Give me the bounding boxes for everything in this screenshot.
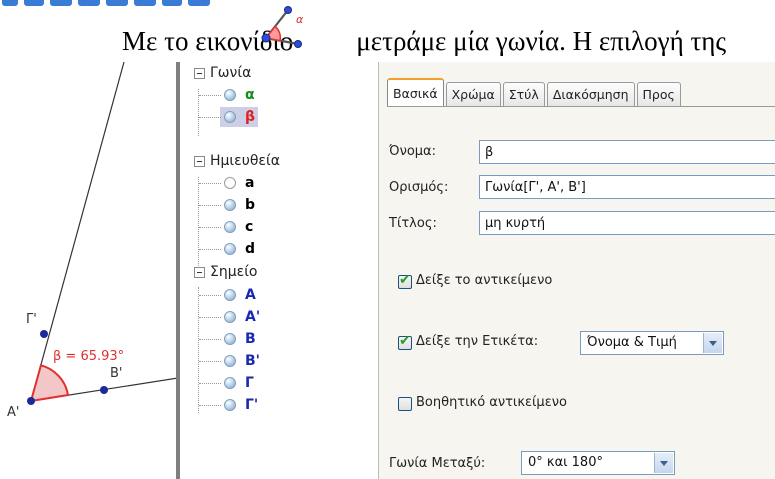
visibility-ball-icon[interactable]	[224, 289, 236, 301]
visibility-ball-icon[interactable]	[224, 111, 236, 123]
visibility-ball-icon[interactable]	[224, 377, 236, 389]
tree-item-point-b-prime[interactable]: B'	[182, 350, 360, 372]
name-field[interactable]: β	[479, 140, 775, 164]
sentence-text-after: μετράμε μία γωνία. Η επιλογή της	[356, 26, 727, 56]
point-gamma-prime	[40, 330, 48, 338]
chevron-down-icon[interactable]	[654, 453, 673, 473]
group-label: Ημιευθεία	[210, 153, 280, 169]
visibility-ball-icon[interactable]	[224, 199, 236, 211]
item-label: a	[245, 175, 255, 191]
tree-group-angle[interactable]: Γωνία	[182, 62, 360, 84]
tree-item-point-b[interactable]: B	[182, 328, 360, 350]
item-label: B	[245, 331, 256, 347]
top-heading-fragment	[0, 0, 230, 10]
name-label: Όνομα:	[389, 144, 436, 159]
tab-basic[interactable]: Βασικά	[387, 78, 444, 107]
chevron-down-icon[interactable]	[703, 333, 722, 353]
definition-field[interactable]: Γωνία[Γ', A', B']	[479, 175, 775, 199]
item-label: α	[245, 87, 255, 103]
angle-between-label: Γωνία Μεταξύ:	[389, 456, 486, 471]
tree-item-alpha[interactable]: α	[182, 84, 360, 106]
item-label: Γ'	[245, 397, 259, 413]
auxiliary-checkbox[interactable]	[398, 397, 412, 411]
collapse-icon[interactable]	[194, 267, 205, 278]
instruction-sentence: Με το εικονίδιο μετράμε μία γωνία. Η επιλ…	[122, 26, 726, 57]
geometry-view[interactable]: Γ' B' A' β = 65.93°	[0, 62, 178, 479]
visibility-ball-icon[interactable]	[224, 311, 236, 323]
show-object-checkbox[interactable]	[398, 272, 412, 289]
tree-item-point-gamma[interactable]: Γ	[182, 372, 360, 394]
properties-tabs: Βασικά Χρώμα Στύλ Διακόσμηση Προς	[387, 78, 683, 107]
label-mode-dropdown[interactable]: Όνομα & Τιμή	[580, 331, 724, 355]
show-label-label: Δείξε την Ετικέτα:	[416, 334, 539, 349]
object-properties-panel: Βασικά Χρώμα Στύλ Διακόσμηση Προς Όνομα: β Ο…	[378, 62, 775, 479]
visibility-ball-icon[interactable]	[224, 355, 236, 367]
tree-item-point-a-prime[interactable]: A'	[182, 306, 360, 328]
angle-between-dropdown[interactable]: 0° και 180°	[521, 451, 675, 475]
group-label: Σημείο	[210, 264, 258, 280]
view-divider[interactable]	[176, 62, 180, 479]
tree-item-c[interactable]: c	[182, 216, 360, 238]
algebra-view[interactable]: Γωνία α β Ημιευθεία a b c d Σημείο A A' …	[182, 62, 360, 479]
label-mode-value: Όνομα & Τιμή	[587, 335, 677, 350]
item-label: B'	[245, 353, 260, 369]
geometry-drawing[interactable]	[0, 62, 178, 479]
collapse-icon[interactable]	[194, 68, 205, 79]
group-label: Γωνία	[210, 65, 252, 81]
visibility-ball-icon[interactable]	[224, 89, 236, 101]
definition-label: Ορισμός:	[389, 180, 449, 195]
tab-style[interactable]: Στύλ	[502, 82, 545, 107]
visibility-ball-icon[interactable]	[224, 177, 236, 189]
label-gamma-prime: Γ'	[26, 312, 37, 327]
collapse-icon[interactable]	[194, 156, 205, 167]
tab-color[interactable]: Χρώμα	[445, 82, 501, 107]
tree-item-b[interactable]: b	[182, 194, 360, 216]
tree-item-beta[interactable]: β	[182, 106, 360, 128]
item-label: c	[245, 219, 254, 235]
tree-group-point[interactable]: Σημείο	[182, 261, 360, 283]
item-label: A'	[245, 309, 261, 325]
angle-tool-icon: α	[261, 6, 304, 48]
svg-text:α: α	[296, 13, 304, 26]
caption-field[interactable]: μη κυρτή	[479, 211, 775, 235]
item-label: β	[245, 109, 256, 125]
visibility-ball-icon[interactable]	[224, 333, 236, 345]
angle-beta-sector	[29, 364, 70, 403]
label-b-prime: B'	[110, 366, 123, 381]
tree-item-d[interactable]: d	[182, 238, 360, 260]
show-label-checkbox[interactable]	[398, 333, 412, 350]
tab-decoration[interactable]: Διακόσμηση	[546, 82, 635, 107]
label-a-prime: A'	[7, 405, 20, 420]
angle-between-value: 0° και 180°	[528, 455, 603, 470]
item-label: A	[245, 287, 256, 303]
tree-item-point-gamma-prime[interactable]: Γ'	[182, 394, 360, 416]
visibility-ball-icon[interactable]	[224, 221, 236, 233]
show-object-label: Δείξε το αντικείμενο	[416, 273, 553, 288]
tree-group-ray[interactable]: Ημιευθεία	[182, 150, 360, 172]
tree-item-point-a[interactable]: A	[182, 284, 360, 306]
item-label: d	[245, 241, 256, 257]
tab-advanced[interactable]: Προς	[636, 82, 681, 107]
item-label: Γ	[245, 375, 254, 391]
auxiliary-label: Βοηθητικό αντικείμενο	[416, 395, 567, 410]
point-b-prime	[100, 386, 108, 394]
tree-item-a[interactable]: a	[182, 172, 360, 194]
angle-beta-label: β = 65.93°	[53, 349, 125, 364]
caption-label: Τίτλος:	[389, 216, 437, 231]
point-a-prime	[27, 397, 35, 405]
item-label: b	[245, 197, 256, 213]
visibility-ball-icon[interactable]	[224, 243, 236, 255]
visibility-ball-icon[interactable]	[224, 399, 236, 411]
